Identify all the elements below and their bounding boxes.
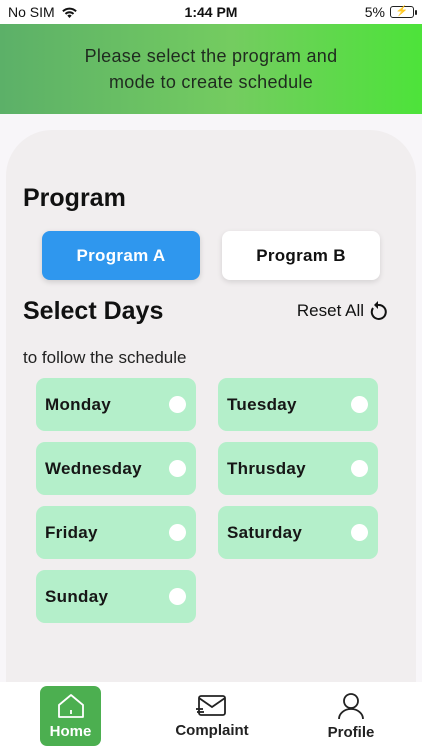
person-icon [338,692,364,719]
radio-icon[interactable] [169,524,186,541]
radio-icon[interactable] [351,524,368,541]
day-tuesday[interactable]: Tuesday [218,378,378,431]
day-saturday[interactable]: Saturday [218,506,378,559]
clock: 1:44 PM [184,4,238,20]
day-monday[interactable]: Monday [36,378,196,431]
radio-icon[interactable] [351,460,368,477]
schedule-card: Program Program A Program B Select Days … [6,130,416,710]
day-label: Friday [45,522,98,542]
radio-icon[interactable] [169,396,186,413]
nav-label: Profile [327,723,375,741]
nav-label: Home [49,722,92,740]
select-days-heading: Select Days [23,297,164,325]
bottom-nav: Home Complaint Profile [0,682,422,750]
day-friday[interactable]: Friday [36,506,196,559]
radio-icon[interactable] [169,460,186,477]
home-icon [57,693,84,718]
mail-icon [196,694,226,716]
battery-percent: 5% [364,4,385,20]
nav-complaint[interactable]: Complaint [162,682,262,750]
day-label: Tuesday [227,394,297,414]
battery-icon: ⚡ [390,6,417,18]
day-label: Saturday [227,522,303,542]
program-a-button[interactable]: Program A [42,231,200,280]
status-right: 5% ⚡ [364,4,417,20]
nav-home[interactable]: Home [40,686,101,746]
reset-all-button[interactable]: Reset All [297,300,388,322]
program-b-button[interactable]: Program B [222,231,380,280]
refresh-icon [370,301,387,320]
radio-icon[interactable] [351,396,368,413]
program-heading: Program [23,184,126,212]
nav-profile[interactable]: Profile [310,682,392,750]
reset-all-label: Reset All [296,301,364,320]
day-label: Thrusday [227,458,306,478]
screen: No SIM 1:44 PM 5% ⚡ Please select the pr… [0,0,422,750]
status-bar: No SIM 1:44 PM 5% ⚡ [0,0,422,24]
days-subtitle: to follow the schedule [23,348,187,367]
day-thursday[interactable]: Thrusday [218,442,378,495]
day-wednesday[interactable]: Wednesday [36,442,196,495]
radio-icon[interactable] [169,588,186,605]
day-label: Wednesday [45,458,142,478]
day-label: Sunday [45,586,109,606]
nav-label: Complaint [175,721,249,739]
day-sunday[interactable]: Sunday [36,570,196,623]
instruction-banner: Please select the program and mode to cr… [0,24,422,114]
instruction-text: Please select the program and mode to cr… [84,46,338,92]
day-label: Monday [45,394,112,414]
